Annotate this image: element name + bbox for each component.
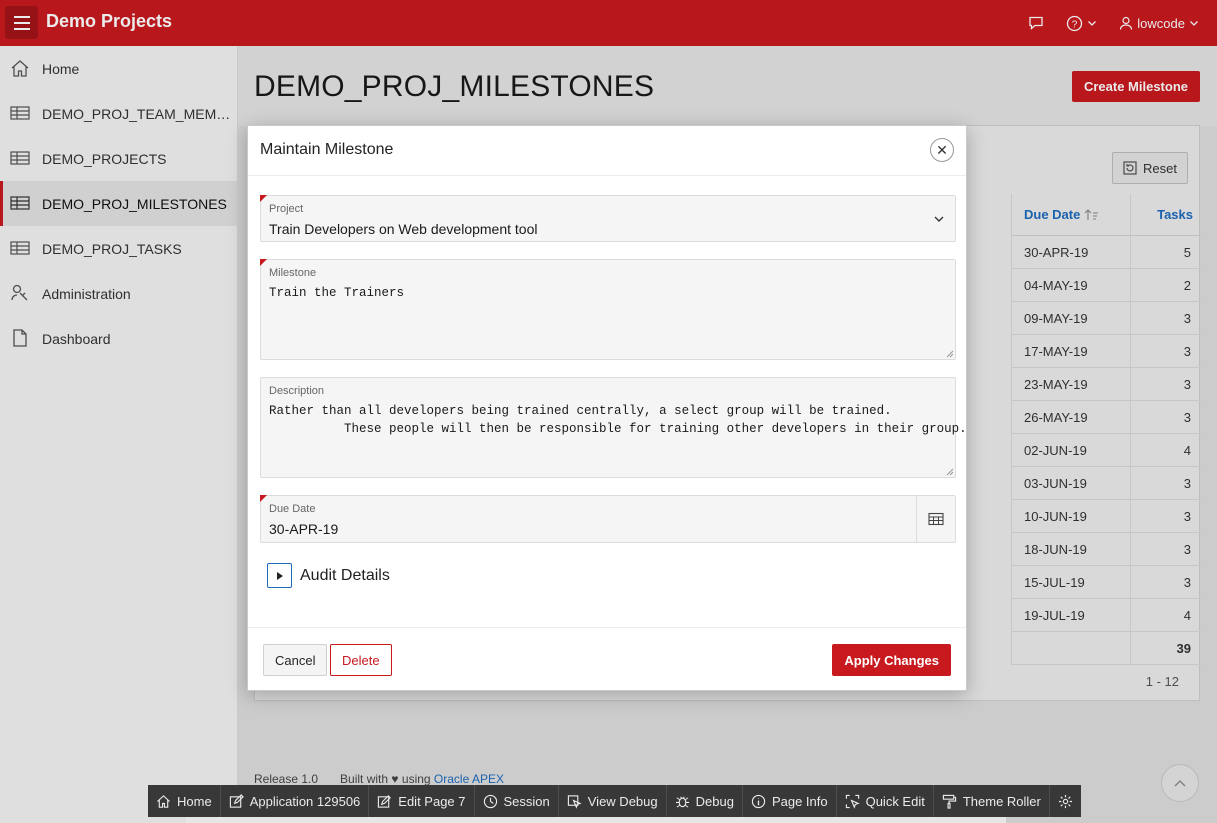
play-icon: [276, 571, 283, 580]
expand-toggle-button[interactable]: [267, 563, 292, 588]
dialog-footer-divider: [248, 627, 966, 628]
close-icon: ✕: [936, 141, 948, 158]
cancel-button[interactable]: Cancel: [263, 644, 328, 676]
delete-button[interactable]: Delete: [330, 644, 392, 676]
project-label: Project: [269, 203, 304, 215]
dialog-title: Maintain Milestone: [260, 141, 394, 158]
chevron-down-icon: [934, 216, 944, 222]
dialog-divider: [248, 175, 966, 176]
milestone-textarea[interactable]: Milestone Train the Trainers: [260, 259, 956, 360]
calendar-icon: [928, 512, 944, 526]
due-date-label: Due Date: [269, 503, 316, 515]
close-button[interactable]: ✕: [930, 138, 954, 162]
description-textarea[interactable]: Description Rather than all developers b…: [260, 377, 967, 478]
apply-changes-button[interactable]: Apply Changes: [832, 644, 951, 676]
description-value: Rather than all developers being trained…: [269, 404, 967, 436]
audit-details-region[interactable]: Audit Details: [267, 563, 390, 588]
project-select[interactable]: Project Train Developers on Web developm…: [260, 195, 956, 242]
resize-handle-icon[interactable]: [946, 350, 954, 358]
due-date-value: 30-APR-19: [269, 521, 339, 537]
project-value: Train Developers on Web development tool: [269, 221, 538, 237]
milestone-value: Train the Trainers: [269, 286, 405, 300]
audit-details-label: Audit Details: [300, 566, 390, 584]
resize-handle-icon[interactable]: [946, 468, 954, 476]
calendar-button[interactable]: [916, 496, 955, 542]
milestone-label: Milestone: [269, 267, 317, 279]
due-date-field[interactable]: Due Date 30-APR-19: [260, 495, 956, 543]
description-label: Description: [269, 385, 325, 397]
maintain-milestone-dialog: Maintain Milestone ✕ Project Train Devel…: [247, 125, 967, 691]
